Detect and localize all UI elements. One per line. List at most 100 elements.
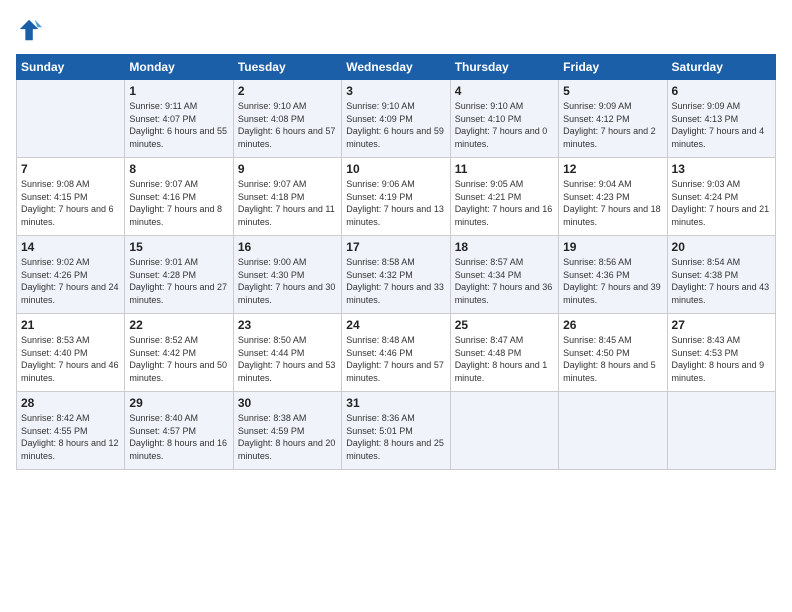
day-info: Sunrise: 9:11 AMSunset: 4:07 PMDaylight:… [129, 100, 228, 150]
calendar-cell: 23 Sunrise: 8:50 AMSunset: 4:44 PMDayligh… [233, 314, 341, 392]
calendar-cell: 20 Sunrise: 8:54 AMSunset: 4:38 PMDayligh… [667, 236, 775, 314]
day-info: Sunrise: 8:57 AMSunset: 4:34 PMDaylight:… [455, 256, 554, 306]
calendar-week-row: 7 Sunrise: 9:08 AMSunset: 4:15 PMDaylight… [17, 158, 776, 236]
day-number: 30 [238, 396, 337, 410]
calendar-week-row: 14 Sunrise: 9:02 AMSunset: 4:26 PMDayligh… [17, 236, 776, 314]
day-info: Sunrise: 8:36 AMSunset: 5:01 PMDaylight:… [346, 412, 445, 462]
day-number: 15 [129, 240, 228, 254]
calendar-cell: 15Sunrise: 9:01 AMSunset: 4:28 PMDayligh… [125, 236, 233, 314]
day-number: 14 [21, 240, 120, 254]
day-number: 29 [129, 396, 228, 410]
calendar-cell: 16Sunrise: 9:00 AMSunset: 4:30 PMDayligh… [233, 236, 341, 314]
day-number: 22 [129, 318, 228, 332]
header-row [16, 16, 776, 44]
day-info: Sunrise: 9:00 AMSunset: 4:30 PMDaylight:… [238, 256, 337, 306]
day-number: 25 [455, 318, 554, 332]
calendar-cell: 21 Sunrise: 8:53 AMSunset: 4:40 PMDayligh… [17, 314, 125, 392]
day-number: 28 [21, 396, 120, 410]
day-number: 12 [563, 162, 662, 176]
day-info: Sunrise: 8:43 AMSunset: 4:53 PMDaylight:… [672, 334, 771, 384]
page-container: SundayMondayTuesdayWednesdayThursdayFrid… [0, 0, 792, 480]
calendar-cell: 28 Sunrise: 8:42 AMSunset: 4:55 PMDayligh… [17, 392, 125, 470]
day-info: Sunrise: 9:09 AMSunset: 4:13 PMDaylight:… [672, 100, 771, 150]
day-info: Sunrise: 8:56 AMSunset: 4:36 PMDaylight:… [563, 256, 662, 306]
day-info: Sunrise: 8:40 AMSunset: 4:57 PMDaylight:… [129, 412, 228, 462]
calendar-cell: 26 Sunrise: 8:45 AMSunset: 4:50 PMDayligh… [559, 314, 667, 392]
day-info: Sunrise: 8:47 AMSunset: 4:48 PMDaylight:… [455, 334, 554, 384]
day-info: Sunrise: 9:10 AMSunset: 4:10 PMDaylight:… [455, 100, 554, 150]
day-number: 13 [672, 162, 771, 176]
day-number: 24 [346, 318, 445, 332]
calendar-cell: 14 Sunrise: 9:02 AMSunset: 4:26 PMDayligh… [17, 236, 125, 314]
day-number: 10 [346, 162, 445, 176]
day-info: Sunrise: 9:05 AMSunset: 4:21 PMDaylight:… [455, 178, 554, 228]
day-info: Sunrise: 9:02 AMSunset: 4:26 PMDaylight:… [21, 256, 120, 306]
logo-icon [16, 16, 44, 44]
calendar-cell: 10 Sunrise: 9:06 AMSunset: 4:19 PMDayligh… [342, 158, 450, 236]
day-number: 26 [563, 318, 662, 332]
day-info: Sunrise: 9:08 AMSunset: 4:15 PMDaylight:… [21, 178, 120, 228]
day-info: Sunrise: 8:53 AMSunset: 4:40 PMDaylight:… [21, 334, 120, 384]
day-number: 3 [346, 84, 445, 98]
calendar-week-row: 21 Sunrise: 8:53 AMSunset: 4:40 PMDayligh… [17, 314, 776, 392]
day-number: 6 [672, 84, 771, 98]
calendar-cell: 30 Sunrise: 8:38 AMSunset: 4:59 PMDayligh… [233, 392, 341, 470]
day-info: Sunrise: 9:04 AMSunset: 4:23 PMDaylight:… [563, 178, 662, 228]
day-info: Sunrise: 9:09 AMSunset: 4:12 PMDaylight:… [563, 100, 662, 150]
day-number: 17 [346, 240, 445, 254]
calendar-cell: 3 Sunrise: 9:10 AMSunset: 4:09 PMDaylight… [342, 80, 450, 158]
calendar-cell: 8 Sunrise: 9:07 AMSunset: 4:16 PMDaylight… [125, 158, 233, 236]
day-info: Sunrise: 9:10 AMSunset: 4:09 PMDaylight:… [346, 100, 445, 150]
day-number: 9 [238, 162, 337, 176]
day-info: Sunrise: 9:07 AMSunset: 4:16 PMDaylight:… [129, 178, 228, 228]
calendar-cell: 19 Sunrise: 8:56 AMSunset: 4:36 PMDayligh… [559, 236, 667, 314]
calendar-cell: 25 Sunrise: 8:47 AMSunset: 4:48 PMDayligh… [450, 314, 558, 392]
calendar-cell: 6 Sunrise: 9:09 AMSunset: 4:13 PMDaylight… [667, 80, 775, 158]
day-number: 19 [563, 240, 662, 254]
calendar-cell: 4 Sunrise: 9:10 AMSunset: 4:10 PMDaylight… [450, 80, 558, 158]
day-number: 11 [455, 162, 554, 176]
calendar-cell: 31 Sunrise: 8:36 AMSunset: 5:01 PMDayligh… [342, 392, 450, 470]
day-number: 20 [672, 240, 771, 254]
weekday-header-wednesday: Wednesday [342, 55, 450, 80]
calendar-cell [667, 392, 775, 470]
calendar-cell: 11 Sunrise: 9:05 AMSunset: 4:21 PMDayligh… [450, 158, 558, 236]
calendar-week-row: 28 Sunrise: 8:42 AMSunset: 4:55 PMDayligh… [17, 392, 776, 470]
day-info: Sunrise: 8:45 AMSunset: 4:50 PMDaylight:… [563, 334, 662, 384]
day-info: Sunrise: 8:58 AMSunset: 4:32 PMDaylight:… [346, 256, 445, 306]
day-info: Sunrise: 8:54 AMSunset: 4:38 PMDaylight:… [672, 256, 771, 306]
day-info: Sunrise: 8:52 AMSunset: 4:42 PMDaylight:… [129, 334, 228, 384]
calendar-cell: 24 Sunrise: 8:48 AMSunset: 4:46 PMDayligh… [342, 314, 450, 392]
day-info: Sunrise: 8:42 AMSunset: 4:55 PMDaylight:… [21, 412, 120, 462]
calendar-cell: 29 Sunrise: 8:40 AMSunset: 4:57 PMDayligh… [125, 392, 233, 470]
weekday-header-friday: Friday [559, 55, 667, 80]
logo [16, 16, 48, 44]
day-number: 31 [346, 396, 445, 410]
day-number: 23 [238, 318, 337, 332]
weekday-header-saturday: Saturday [667, 55, 775, 80]
calendar-cell: 2Sunrise: 9:10 AMSunset: 4:08 PMDaylight… [233, 80, 341, 158]
day-number: 1 [129, 84, 228, 98]
weekday-header-thursday: Thursday [450, 55, 558, 80]
day-info: Sunrise: 8:48 AMSunset: 4:46 PMDaylight:… [346, 334, 445, 384]
day-info: Sunrise: 8:38 AMSunset: 4:59 PMDaylight:… [238, 412, 337, 462]
day-info: Sunrise: 9:06 AMSunset: 4:19 PMDaylight:… [346, 178, 445, 228]
day-info: Sunrise: 8:50 AMSunset: 4:44 PMDaylight:… [238, 334, 337, 384]
weekday-header-row: SundayMondayTuesdayWednesdayThursdayFrid… [17, 55, 776, 80]
weekday-header-sunday: Sunday [17, 55, 125, 80]
calendar-cell: 12 Sunrise: 9:04 AMSunset: 4:23 PMDayligh… [559, 158, 667, 236]
day-info: Sunrise: 9:10 AMSunset: 4:08 PMDaylight:… [238, 100, 337, 150]
calendar-cell: 1 Sunrise: 9:11 AMSunset: 4:07 PMDaylight… [125, 80, 233, 158]
calendar-cell: 13Sunrise: 9:03 AMSunset: 4:24 PMDayligh… [667, 158, 775, 236]
calendar-cell: 27Sunrise: 8:43 AMSunset: 4:53 PMDayligh… [667, 314, 775, 392]
calendar-cell: 17 Sunrise: 8:58 AMSunset: 4:32 PMDayligh… [342, 236, 450, 314]
day-number: 4 [455, 84, 554, 98]
calendar-cell: 22 Sunrise: 8:52 AMSunset: 4:42 PMDayligh… [125, 314, 233, 392]
calendar-table: SundayMondayTuesdayWednesdayThursdayFrid… [16, 54, 776, 470]
calendar-week-row: 1 Sunrise: 9:11 AMSunset: 4:07 PMDaylight… [17, 80, 776, 158]
day-number: 8 [129, 162, 228, 176]
day-number: 18 [455, 240, 554, 254]
calendar-cell: 18 Sunrise: 8:57 AMSunset: 4:34 PMDayligh… [450, 236, 558, 314]
day-number: 21 [21, 318, 120, 332]
day-number: 7 [21, 162, 120, 176]
